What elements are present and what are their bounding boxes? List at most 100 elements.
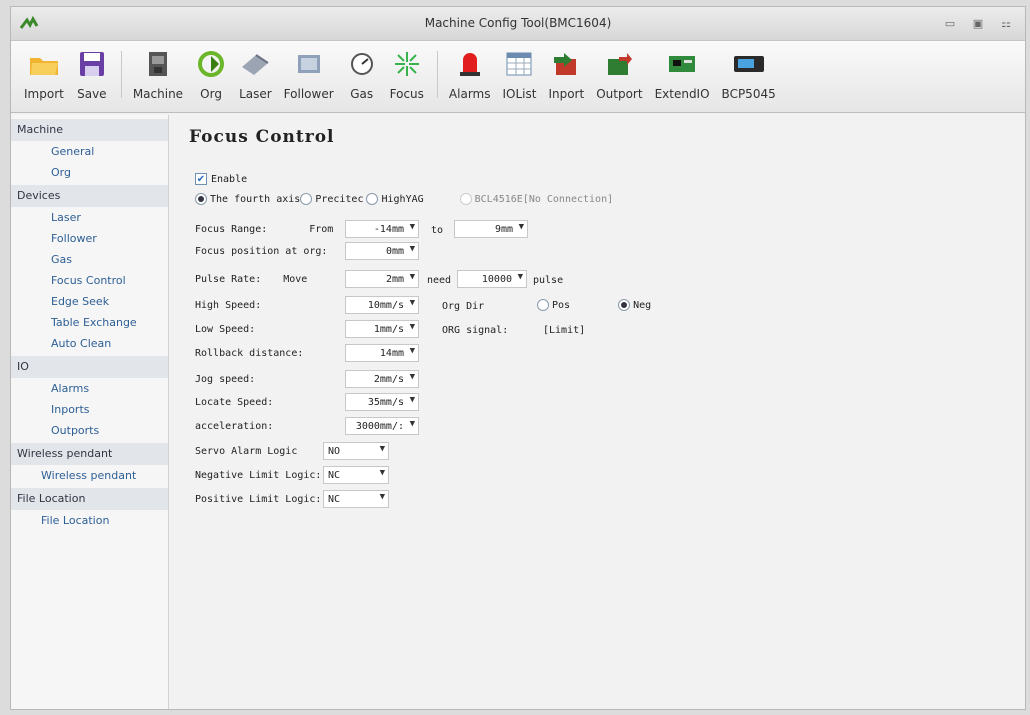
toolbar-label: BCP5045 bbox=[721, 87, 776, 101]
focus-position-select[interactable]: 0mm ▼ bbox=[345, 242, 419, 260]
sidebar-group-wireless-pendant[interactable]: Wireless pendant bbox=[11, 443, 168, 465]
org-signal-label: ORG signal: bbox=[442, 325, 509, 336]
rollback-select[interactable]: 14mm ▼ bbox=[345, 344, 419, 362]
org-dir-pos-label: Pos bbox=[552, 299, 571, 311]
org-dir-neg-radio[interactable] bbox=[618, 299, 631, 311]
toolbar-label: Alarms bbox=[448, 87, 491, 101]
org-dir-label: Org Dir bbox=[442, 301, 485, 312]
mode-fourth-axis-radio[interactable] bbox=[195, 193, 207, 205]
minimize-button[interactable]: ▭ bbox=[939, 14, 961, 32]
close-button[interactable]: ⚏ bbox=[995, 14, 1017, 32]
focus-range-to-label: to bbox=[431, 225, 444, 236]
toolbar-label: Import bbox=[24, 87, 64, 101]
toolbar-import[interactable]: Import bbox=[19, 47, 69, 112]
sidebar-item-org[interactable]: Org bbox=[11, 162, 168, 183]
chevron-down-icon: ▼ bbox=[517, 272, 523, 282]
sidebar-item-general[interactable]: General bbox=[11, 141, 168, 162]
sidebar-group-io[interactable]: IO bbox=[11, 356, 168, 378]
pulse-move-label: Move bbox=[283, 273, 308, 285]
focus-range-label: Focus Range: bbox=[195, 223, 268, 235]
toolbar-save[interactable]: Save bbox=[71, 47, 113, 112]
high-speed-select[interactable]: 10mm/s ▼ bbox=[345, 296, 419, 314]
mode-precitec-radio[interactable] bbox=[300, 193, 313, 205]
focus-range-from-select[interactable]: -14mm ▼ bbox=[345, 220, 419, 238]
chevron-down-icon: ▼ bbox=[409, 372, 415, 382]
jog-speed-value: 2mm/s bbox=[373, 373, 404, 385]
enable-checkbox[interactable]: ✔ bbox=[195, 173, 207, 185]
focus-control-panel: Focus Control ✔ Enable The fourth axis P… bbox=[169, 115, 1025, 709]
mode-bcl-radio[interactable] bbox=[459, 193, 472, 205]
sidebar-item-table-exchange[interactable]: Table Exchange bbox=[11, 312, 168, 333]
toolbar-bcp5045[interactable]: BCP5045 bbox=[717, 47, 781, 112]
toolbar-extendio[interactable]: ExtendIO bbox=[650, 47, 715, 112]
focus-range-to-select[interactable]: 9mm ▼ bbox=[454, 220, 528, 238]
pulse-need-label: need bbox=[427, 275, 452, 286]
sidebar-group-file-location[interactable]: File Location bbox=[11, 488, 168, 510]
negative-limit-row: Negative Limit Logic: bbox=[195, 465, 321, 485]
table-icon bbox=[503, 47, 535, 81]
chevron-down-icon: ▼ bbox=[409, 272, 415, 282]
toolbar-iolist[interactable]: IOList bbox=[497, 47, 541, 112]
outport-icon bbox=[603, 47, 635, 81]
toolbar-label: Focus bbox=[389, 87, 424, 101]
sidebar-group-machine[interactable]: Machine bbox=[11, 119, 168, 141]
sidebar-item-file-location[interactable]: File Location bbox=[11, 510, 168, 531]
acceleration-label: acceleration: bbox=[195, 420, 274, 432]
sidebar-item-follower[interactable]: Follower bbox=[11, 228, 168, 249]
restore-button[interactable]: ▣ bbox=[967, 14, 989, 32]
toolbar-gas[interactable]: Gas bbox=[341, 47, 383, 112]
toolbar-label: Org bbox=[200, 87, 222, 101]
pulse-move-select[interactable]: 2mm ▼ bbox=[345, 270, 419, 288]
toolbar-label: Save bbox=[77, 87, 107, 101]
locate-speed-select[interactable]: 35mm/s ▼ bbox=[345, 393, 419, 411]
toolbar-laser[interactable]: Laser bbox=[234, 47, 277, 112]
chevron-down-icon: ▼ bbox=[409, 322, 415, 332]
board-icon bbox=[666, 47, 698, 81]
mode-highyag-radio[interactable] bbox=[366, 193, 379, 205]
chevron-down-icon: ▼ bbox=[409, 395, 415, 405]
enable-label: Enable bbox=[211, 173, 248, 185]
sidebar-item-laser[interactable]: Laser bbox=[11, 207, 168, 228]
jog-speed-select[interactable]: 2mm/s ▼ bbox=[345, 370, 419, 388]
positive-limit-select[interactable]: NC ▼ bbox=[323, 490, 389, 508]
chevron-down-icon: ▼ bbox=[409, 346, 415, 356]
toolbar-org[interactable]: Org bbox=[190, 47, 232, 112]
toolbar-inport[interactable]: Inport bbox=[543, 47, 589, 112]
sidebar-item-edge-seek[interactable]: Edge Seek bbox=[11, 291, 168, 312]
app-window: Machine Config Tool(BMC1604) ▭ ▣ ⚏ Impor… bbox=[10, 6, 1026, 710]
focus-range-from-label: From bbox=[309, 223, 334, 235]
acceleration-select[interactable]: 3000mm/: ▼ bbox=[345, 417, 419, 435]
gauge-icon bbox=[346, 47, 378, 81]
mode-bcl-label: BCL4516E[No Connection] bbox=[474, 193, 614, 205]
sidebar-item-inports[interactable]: Inports bbox=[11, 399, 168, 420]
focus-position-row: Focus position at org: bbox=[195, 241, 327, 261]
low-speed-select[interactable]: 1mm/s ▼ bbox=[345, 320, 419, 338]
window-title: Machine Config Tool(BMC1604) bbox=[424, 16, 612, 30]
sidebar-item-gas[interactable]: Gas bbox=[11, 249, 168, 270]
toolbar-focus[interactable]: Focus bbox=[385, 47, 429, 112]
focus-range-to-value: 9mm bbox=[494, 223, 513, 235]
toolbar-outport[interactable]: Outport bbox=[591, 47, 647, 112]
jog-speed-label: Jog speed: bbox=[195, 373, 256, 385]
negative-limit-select[interactable]: NC ▼ bbox=[323, 466, 389, 484]
mode-row: The fourth axis Precitec HighYAG BCL4516… bbox=[195, 189, 613, 209]
servo-alarm-row: Servo Alarm Logic bbox=[195, 441, 297, 461]
org-dir-pos-radio[interactable] bbox=[537, 299, 549, 311]
toolbar-alarms[interactable]: Alarms bbox=[444, 47, 496, 112]
sidebar-item-auto-clean[interactable]: Auto Clean bbox=[11, 333, 168, 354]
servo-alarm-select[interactable]: NO ▼ bbox=[323, 442, 389, 460]
chevron-down-icon: ▼ bbox=[409, 244, 415, 254]
focus-range-row: Focus Range: From bbox=[195, 219, 333, 239]
sidebar-item-focus-control[interactable]: Focus Control bbox=[11, 270, 168, 291]
pulse-rate-row: Pulse Rate: Move bbox=[195, 269, 307, 289]
high-speed-value: 10mm/s bbox=[367, 299, 404, 311]
toolbar-follower[interactable]: Follower bbox=[279, 47, 339, 112]
toolbar-machine[interactable]: Machine bbox=[128, 47, 188, 112]
laser-icon bbox=[239, 47, 271, 81]
low-speed-value: 1mm/s bbox=[373, 323, 404, 335]
pulse-need-select[interactable]: 10000 ▼ bbox=[457, 270, 527, 288]
sidebar-group-devices[interactable]: Devices bbox=[11, 185, 168, 207]
sidebar-item-alarms[interactable]: Alarms bbox=[11, 378, 168, 399]
sidebar-item-wireless-pendant[interactable]: Wireless pendant bbox=[11, 465, 168, 486]
sidebar-item-outports[interactable]: Outports bbox=[11, 420, 168, 441]
